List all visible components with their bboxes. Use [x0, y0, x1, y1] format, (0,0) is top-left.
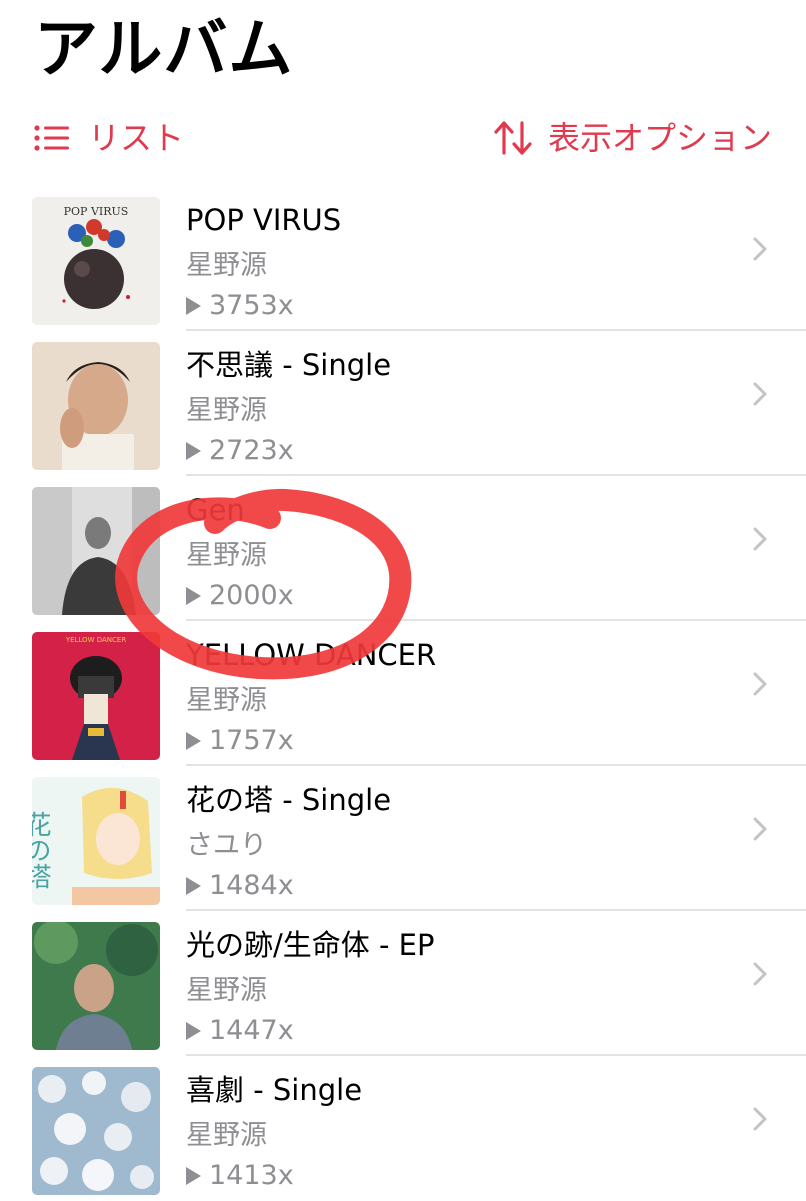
play-count: 2723x [186, 431, 746, 471]
album-artist: さユり [186, 830, 267, 861]
album-row[interactable]: POP VIRUS POP VIRUS 星野源 3753x [0, 186, 806, 331]
page-title: アルバム [34, 13, 294, 87]
play-icon [186, 877, 201, 895]
play-count-value: 1447x [209, 1015, 294, 1046]
album-title: YELLOW DANCER [186, 638, 437, 672]
play-count-value: 1757x [209, 725, 294, 756]
album-row[interactable]: Gen 星野源 2000x [0, 476, 806, 621]
album-artwork [32, 342, 160, 470]
play-count-value: 3753x [209, 290, 294, 321]
play-count: 1484x [186, 866, 746, 906]
play-count: 1447x [186, 1011, 746, 1051]
play-count: 3753x [186, 286, 746, 326]
play-count: 2000x [186, 576, 746, 616]
display-options-label: 表示オプション [547, 119, 772, 157]
album-artwork: 花の塔 [32, 777, 160, 905]
chevron-right-icon [752, 236, 768, 266]
play-count-value: 2723x [209, 435, 294, 466]
album-row[interactable]: 喜劇 - Single 星野源 1413x [0, 1056, 806, 1201]
chevron-right-icon [752, 961, 768, 991]
play-count-value: 2000x [209, 580, 294, 611]
chevron-right-icon [752, 526, 768, 556]
album-row[interactable]: 光の跡/生命体 - EP 星野源 1447x [0, 911, 806, 1056]
album-row[interactable]: 花の塔 花の塔 - Single さユり 1484x [0, 766, 806, 911]
album-list: POP VIRUS POP VIRUS 星野源 3753x 不思議 - Sing… [0, 186, 806, 1201]
album-title: 喜劇 - Single [186, 1073, 363, 1107]
play-count-value: 1413x [209, 1160, 294, 1191]
list-icon [34, 123, 70, 153]
album-artist: 星野源 [186, 540, 267, 571]
chevron-right-icon [752, 1106, 768, 1136]
album-artist: 星野源 [186, 1120, 267, 1151]
play-icon [186, 1167, 201, 1185]
album-artist: 星野源 [186, 685, 267, 716]
album-title: POP VIRUS [186, 203, 342, 237]
artwork-title-text: POP VIRUS [64, 205, 129, 218]
album-title: Gen [186, 493, 245, 527]
play-icon [186, 732, 201, 750]
list-button[interactable]: リスト [34, 118, 184, 158]
album-artwork [32, 487, 160, 615]
play-icon [186, 297, 201, 315]
sort-arrows-icon [494, 120, 534, 156]
artwork-title-text: YELLOW DANCER [65, 636, 127, 644]
play-icon [186, 587, 201, 605]
album-artwork: YELLOW DANCER [32, 632, 160, 760]
play-count: 1757x [186, 721, 746, 761]
album-artist: 星野源 [186, 395, 267, 426]
album-artwork: POP VIRUS [32, 197, 160, 325]
play-icon [186, 1022, 201, 1040]
list-label: リスト [88, 119, 185, 157]
album-title: 光の跡/生命体 - EP [186, 928, 435, 962]
album-artwork [32, 922, 160, 1050]
play-icon [186, 442, 201, 460]
play-count: 1413x [186, 1156, 746, 1196]
artwork-title-text: 花の塔 [32, 811, 51, 889]
album-artist: 星野源 [186, 250, 267, 281]
display-options-button[interactable]: 表示オプション [494, 118, 772, 158]
play-count-value: 1484x [209, 870, 294, 901]
album-row[interactable]: YELLOW DANCER YELLOW DANCER 星野源 1757x [0, 621, 806, 766]
album-row[interactable]: 不思議 - Single 星野源 2723x [0, 331, 806, 476]
album-artwork [32, 1067, 160, 1195]
chevron-right-icon [752, 816, 768, 846]
chevron-right-icon [752, 381, 768, 411]
chevron-right-icon [752, 671, 768, 701]
album-title: 花の塔 - Single [186, 783, 392, 817]
album-artist: 星野源 [186, 975, 267, 1006]
album-title: 不思議 - Single [186, 348, 392, 382]
